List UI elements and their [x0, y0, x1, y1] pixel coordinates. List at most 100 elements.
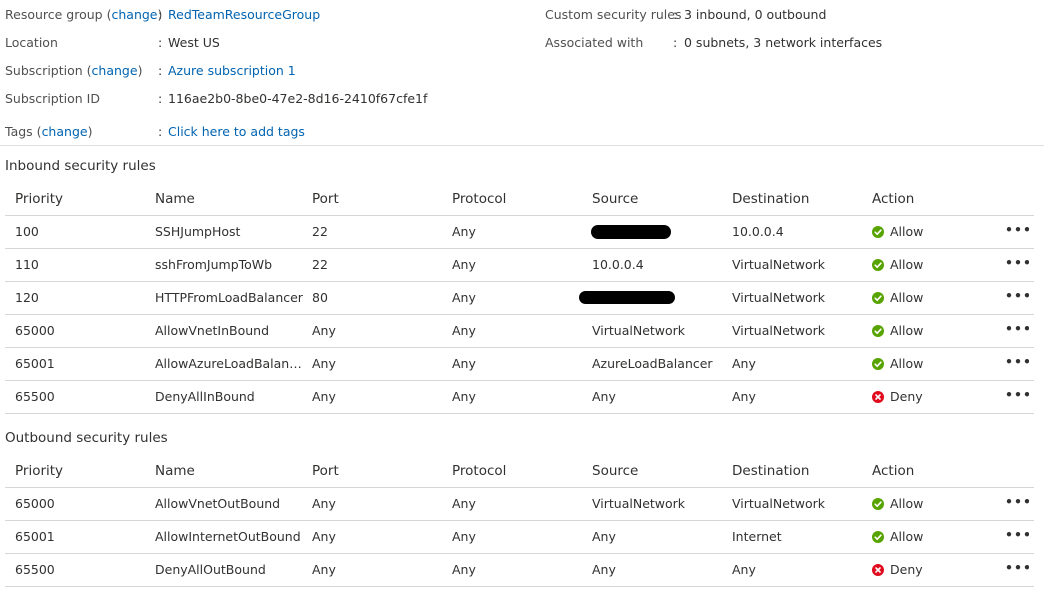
cell-destination: Any: [732, 389, 756, 404]
cell-protocol: Any: [452, 389, 476, 404]
success-check-icon: [872, 325, 884, 337]
more-options-ellipsis-icon[interactable]: •••: [1005, 554, 1029, 586]
column-header-source[interactable]: Source: [592, 455, 722, 487]
more-options-ellipsis-icon[interactable]: •••: [1005, 315, 1029, 347]
cell-name: AllowVnetInBound: [155, 323, 270, 338]
subscription-label: Subscription: [5, 63, 83, 78]
more-options-ellipsis-icon[interactable]: •••: [1005, 488, 1029, 520]
more-options-ellipsis-icon[interactable]: •••: [1005, 348, 1029, 380]
action-label: Allow: [890, 257, 924, 272]
cell-destination: 10.0.0.4: [732, 224, 784, 239]
cell-port: 22: [312, 224, 328, 239]
action-label: Allow: [890, 496, 924, 511]
resource-group-change-link[interactable]: change: [111, 7, 157, 22]
cell-port: Any: [312, 496, 336, 511]
colon: :: [158, 63, 163, 78]
table-row[interactable]: 65500 DenyAllInBound Any Any Any Any Deny •••: [5, 381, 1034, 414]
resource-group-value-link[interactable]: RedTeamResourceGroup: [168, 6, 320, 24]
table-row[interactable]: 65500 DenyAllOutBound Any Any Any Any Deny •••: [5, 554, 1034, 587]
cell-port: Any: [312, 562, 336, 577]
cell-priority: 110: [15, 257, 39, 272]
column-header-action[interactable]: Action: [872, 183, 992, 215]
table-header-row: Priority Name Port Protocol Source Destinatio…: [5, 455, 1034, 488]
action-label: Deny: [890, 562, 923, 577]
cell-protocol: Any: [452, 356, 476, 371]
more-options-ellipsis-icon[interactable]: •••: [1005, 249, 1029, 281]
column-header-protocol[interactable]: Protocol: [452, 183, 582, 215]
cell-port: Any: [312, 529, 336, 544]
table-row[interactable]: 100 SSHJumpHost 22 Any 10.0.0.4 Allow •••: [5, 216, 1034, 249]
cell-priority: 120: [15, 290, 39, 305]
essentials-tags: Tags (change) : Click here to add tags: [5, 123, 545, 141]
table-row[interactable]: 120 HTTPFromLoadBalancer 80 Any VirtualNetwo…: [5, 282, 1034, 315]
colon: :: [158, 91, 163, 106]
subscription-value-link[interactable]: Azure subscription 1: [168, 62, 296, 80]
more-options-ellipsis-icon[interactable]: •••: [1005, 282, 1029, 314]
inbound-section-title: Inbound security rules: [5, 158, 156, 174]
essentials-divider: [0, 145, 1044, 146]
colon: :: [673, 7, 678, 22]
cell-name: DenyAllOutBound: [155, 562, 266, 577]
action-label: Allow: [890, 323, 924, 338]
cell-action: Deny: [872, 381, 992, 413]
resource-group-label-wrap: Resource group (change): [5, 6, 162, 24]
location-value: West US: [168, 35, 220, 50]
success-check-icon: [872, 358, 884, 370]
table-row[interactable]: 65001 AllowAzureLoadBalance... Any Any Azure…: [5, 348, 1034, 381]
more-options-ellipsis-icon[interactable]: •••: [1005, 521, 1029, 553]
cell-destination: VirtualNetwork: [732, 290, 826, 305]
subscription-id-label: Subscription ID: [5, 91, 100, 106]
table-row[interactable]: 65001 AllowInternetOutBound Any Any Any Inter…: [5, 521, 1034, 554]
more-options-ellipsis-icon[interactable]: •••: [1005, 216, 1029, 248]
cell-priority: 65500: [15, 562, 55, 577]
column-header-name[interactable]: Name: [155, 183, 305, 215]
more-options-ellipsis-icon[interactable]: •••: [1005, 381, 1029, 413]
outbound-rules-table: Priority Name Port Protocol Source Destinatio…: [5, 455, 1034, 587]
essentials-subscription: Subscription (change) : Azure subscripti…: [5, 62, 545, 80]
cell-destination: VirtualNetwork: [732, 257, 826, 272]
redacted-source-mark: [579, 291, 675, 304]
colon: :: [158, 35, 163, 50]
tags-change-link[interactable]: change: [42, 124, 88, 139]
success-check-icon: [872, 259, 884, 271]
inbound-rules-table: Priority Name Port Protocol Source Destinatio…: [5, 183, 1034, 414]
column-header-name[interactable]: Name: [155, 455, 305, 487]
table-row[interactable]: 110 sshFromJumpToWb 22 Any 10.0.0.4 VirtualNe…: [5, 249, 1034, 282]
cell-action: Allow: [872, 488, 992, 520]
cell-name: DenyAllInBound: [155, 389, 255, 404]
success-check-icon: [872, 226, 884, 238]
table-header-row: Priority Name Port Protocol Source Destinatio…: [5, 183, 1034, 216]
redacted-source-mark: [591, 225, 671, 239]
column-header-port[interactable]: Port: [312, 455, 442, 487]
column-header-destination[interactable]: Destination: [732, 183, 862, 215]
column-header-priority[interactable]: Priority: [15, 183, 145, 215]
cell-port: Any: [312, 356, 336, 371]
essentials-subscription-id: Subscription ID : 116ae2b0-8be0-47e2-8d1…: [5, 90, 545, 108]
cell-source: 10.0.0.4: [592, 257, 644, 272]
column-header-source[interactable]: Source: [592, 183, 722, 215]
cell-action: Deny: [872, 554, 992, 586]
cell-destination: Any: [732, 356, 756, 371]
cell-priority: 65000: [15, 496, 55, 511]
cell-action: Allow: [872, 249, 992, 281]
action-label: Allow: [890, 224, 924, 239]
cell-action: Allow: [872, 282, 992, 314]
column-header-port[interactable]: Port: [312, 183, 442, 215]
add-tags-link[interactable]: Click here to add tags: [168, 123, 305, 141]
resource-group-label: Resource group: [5, 7, 103, 22]
table-row[interactable]: 65000 AllowVnetInBound Any Any VirtualNetwor…: [5, 315, 1034, 348]
cell-protocol: Any: [452, 257, 476, 272]
column-header-action[interactable]: Action: [872, 455, 992, 487]
subscription-id-value: 116ae2b0-8be0-47e2-8d16-2410f67cfe1f: [168, 91, 428, 106]
essentials-location: Location : West US: [5, 34, 545, 52]
cell-protocol: Any: [452, 529, 476, 544]
success-check-icon: [872, 498, 884, 510]
column-header-priority[interactable]: Priority: [15, 455, 145, 487]
table-row[interactable]: 65000 AllowVnetOutBound Any Any VirtualNetwo…: [5, 488, 1034, 521]
subscription-change-link[interactable]: change: [92, 63, 138, 78]
cell-source: VirtualNetwork: [592, 496, 686, 511]
column-header-destination[interactable]: Destination: [732, 455, 862, 487]
cell-name: HTTPFromLoadBalancer: [155, 290, 303, 305]
column-header-protocol[interactable]: Protocol: [452, 455, 582, 487]
cell-destination: VirtualNetwork: [732, 496, 826, 511]
